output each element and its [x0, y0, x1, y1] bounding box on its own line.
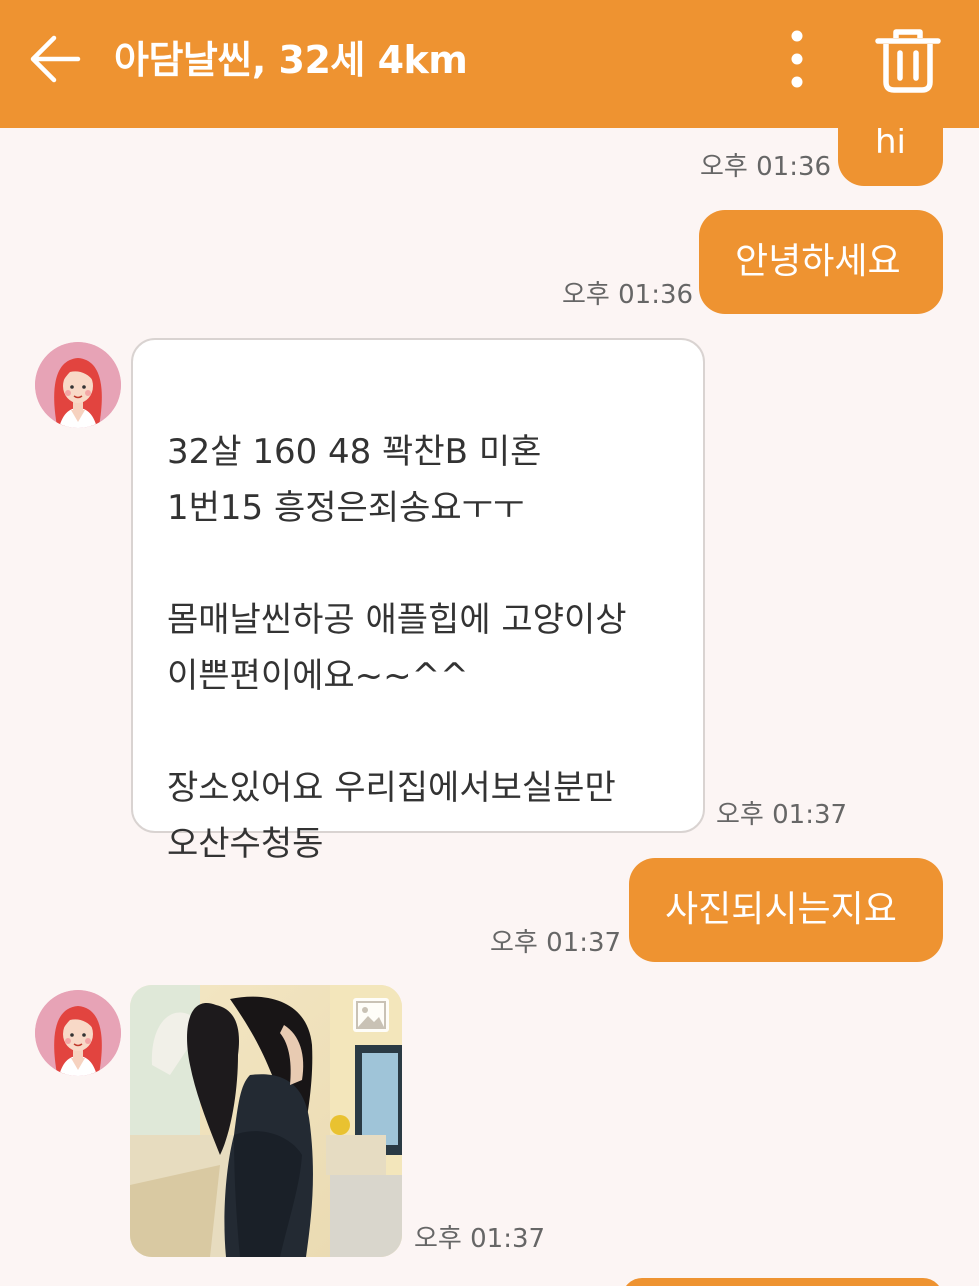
chat-header: 아담날씬, 32세 4km	[0, 0, 979, 128]
message-timestamp: 오후 01:37	[490, 928, 622, 958]
message-bubble-outgoing[interactable]: 안녕하세요	[699, 210, 943, 314]
page-title: 아담날씬, 32세 4km	[114, 38, 468, 82]
message-bubble-outgoing[interactable]	[622, 1278, 943, 1286]
avatar[interactable]	[35, 342, 121, 428]
back-button[interactable]	[26, 30, 84, 88]
chat-screen: hi 오후 01:36 안녕하세요 오후 01:36 32살 160 48 꽉찬…	[0, 0, 979, 1286]
trash-icon	[875, 29, 941, 93]
message-timestamp: 오후 01:37	[414, 1224, 546, 1254]
delete-chat-button[interactable]	[874, 26, 942, 94]
message-text: 사진되시는지요	[665, 889, 897, 930]
photo-message[interactable]	[130, 985, 402, 1257]
message-text: 안녕하세요	[735, 241, 901, 282]
message-timestamp: 오후 01:37	[716, 800, 848, 830]
message-bubble-incoming[interactable]: 32살 160 48 꽉찬B 미혼 1번15 흥정은죄송요ㅜㅜ 몸매날씬하공 애…	[131, 338, 705, 864]
arrow-left-icon	[30, 35, 81, 83]
avatar[interactable]	[35, 990, 121, 1076]
message-timestamp: 오후 01:36	[562, 280, 694, 310]
message-timestamp: 오후 01:36	[700, 152, 832, 182]
message-bubble-outgoing[interactable]: 사진되시는지요	[629, 858, 943, 962]
message-text: hi	[875, 122, 906, 162]
image-icon	[352, 997, 390, 1033]
more-menu-button[interactable]	[778, 28, 816, 92]
message-text: 32살 160 48 꽉찬B 미혼 1번15 흥정은죄송요ㅜㅜ 몸매날씬하공 애…	[167, 432, 627, 864]
more-vertical-icon	[791, 30, 803, 88]
